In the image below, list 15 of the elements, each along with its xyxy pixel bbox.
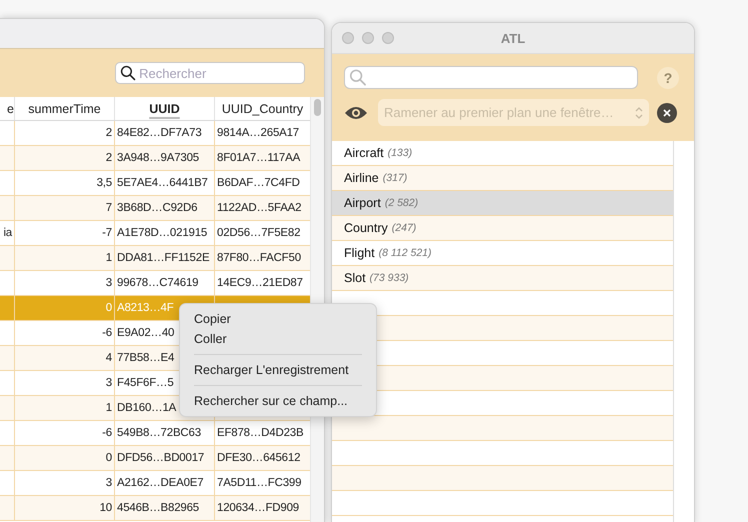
item-count: (73 933) bbox=[370, 272, 409, 284]
item-count: (317) bbox=[382, 172, 408, 184]
item-count: (8 112 521) bbox=[378, 247, 432, 259]
item-name: Aircraft bbox=[344, 146, 384, 160]
item-count: (133) bbox=[388, 147, 412, 159]
item-name: Airport bbox=[344, 196, 381, 210]
item-name: Slot bbox=[344, 271, 366, 285]
item-name: Airline bbox=[344, 171, 379, 185]
item-count: (247) bbox=[392, 222, 416, 234]
item-name: Country bbox=[344, 221, 388, 235]
table-cell: 10 bbox=[14, 496, 114, 521]
table-cell: 4546B…B82965 bbox=[114, 496, 214, 521]
item-name: Flight bbox=[344, 246, 375, 260]
window-title: ATL bbox=[500, 30, 526, 46]
item-count: (2 582) bbox=[384, 197, 418, 209]
